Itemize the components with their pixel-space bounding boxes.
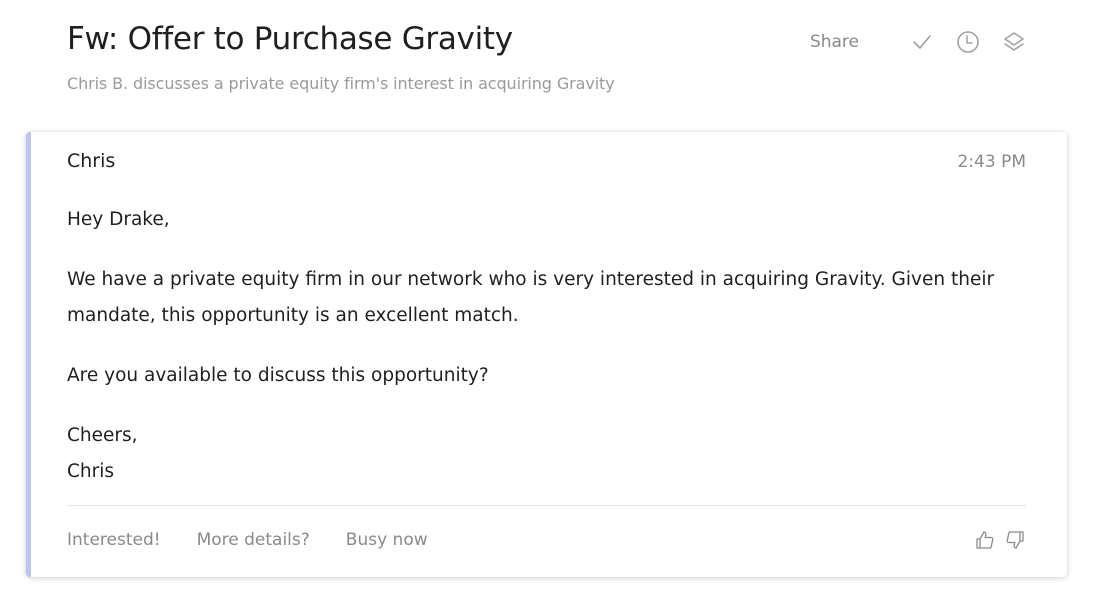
message-accent-bar: [26, 132, 31, 577]
quick-reply-busy-now[interactable]: Busy now: [346, 530, 428, 550]
share-button[interactable]: Share: [810, 32, 859, 52]
signoff-text: Cheers,: [67, 425, 138, 446]
clock-icon[interactable]: [955, 29, 981, 55]
quick-reply-interested[interactable]: Interested!: [67, 530, 161, 550]
header-toolbar: Share: [810, 28, 1027, 56]
email-header: Fw: Offer to Purchase Gravity Chris B. d…: [67, 18, 1027, 108]
thumbs-down-icon[interactable]: [1004, 529, 1026, 551]
email-view: Fw: Offer to Purchase Gravity Chris B. d…: [0, 0, 1093, 592]
message-card: Chris 2:43 PM Hey Drake, We have a priva…: [26, 132, 1067, 577]
message-footer: Interested! More details? Busy now: [67, 524, 1026, 556]
email-title: Fw: Offer to Purchase Gravity: [67, 21, 513, 57]
message-paragraph: Are you available to discuss this opport…: [67, 365, 489, 386]
message-paragraph: We have a private equity firm in our net…: [67, 269, 995, 326]
email-summary: Chris B. discusses a private equity firm…: [67, 74, 615, 93]
quick-reply-more-details[interactable]: More details?: [197, 530, 310, 550]
message-time: 2:43 PM: [957, 152, 1027, 172]
footer-divider: [67, 505, 1026, 506]
message-body: Hey Drake, We have a private equity firm…: [67, 202, 1027, 490]
message-greeting: Hey Drake,: [67, 209, 170, 230]
message-signoff: Cheers, Chris: [67, 418, 1027, 490]
layers-icon[interactable]: [1001, 29, 1027, 55]
signature-text: Chris: [67, 461, 115, 482]
thumbs-up-icon[interactable]: [974, 529, 996, 551]
check-icon[interactable]: [909, 29, 935, 55]
sender-name: Chris: [67, 150, 116, 172]
